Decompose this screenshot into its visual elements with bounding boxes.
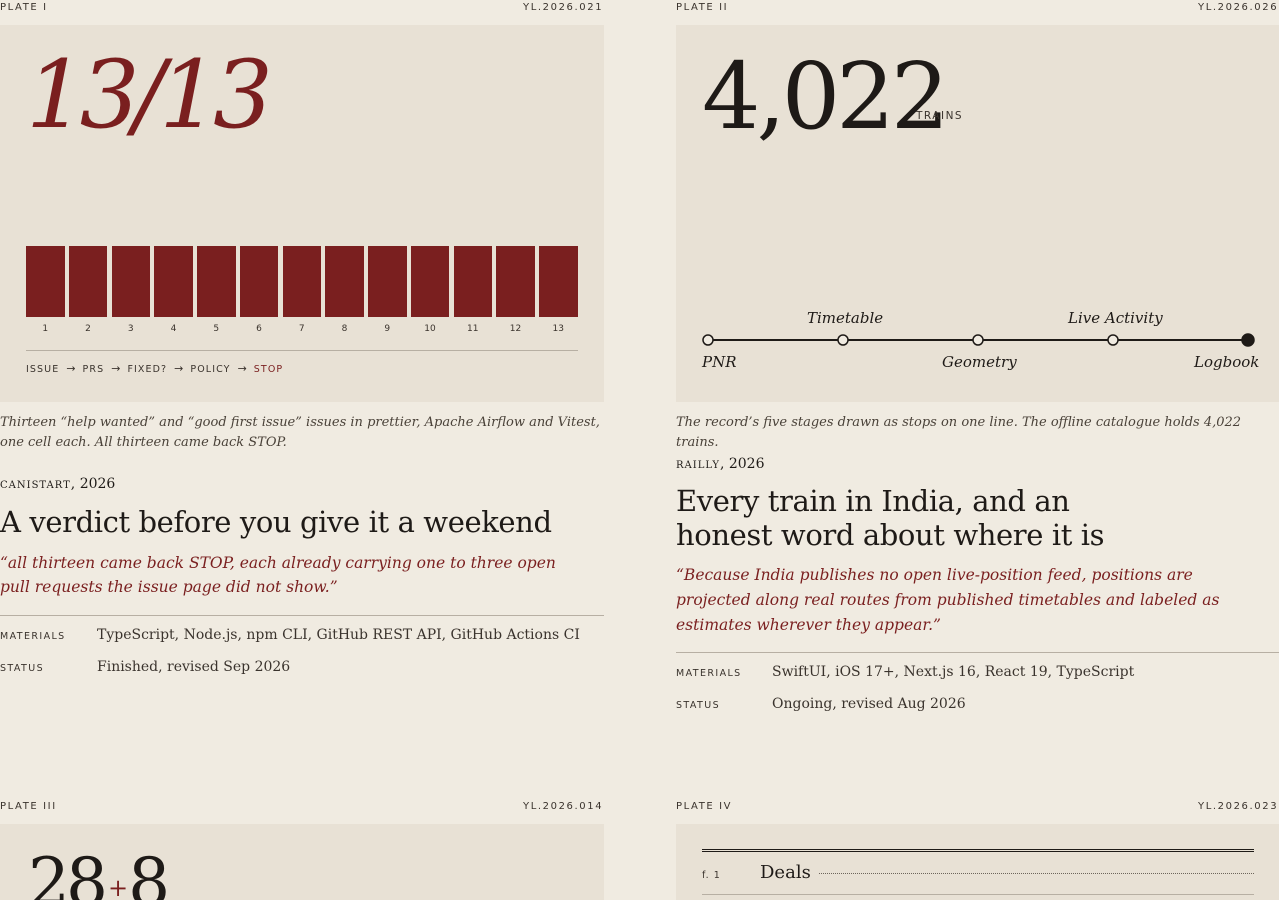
status-value: Ongoing, revised Aug 2026 [772,696,966,712]
stop-marker [702,334,714,346]
status-value: Finished, revised Sep 2026 [97,659,291,675]
issue-bar [111,246,150,317]
issue-bar-number: 2 [85,324,91,334]
issue-bar [368,246,407,317]
project-name: railly [676,456,720,472]
issue-bar-number: 9 [384,324,391,334]
arrow-icon: → [237,362,247,375]
status-key: STATUS [676,700,721,711]
stages-line [702,333,1255,347]
plate-label: PLATE IV [676,801,733,812]
issue-bar-number: 3 [127,324,134,334]
issue-bar [453,246,492,317]
flow-step-stop: STOP [253,364,284,375]
stop-label: PNR [702,353,737,371]
issue-bar-number: 11 [467,324,479,334]
stop-label: Live Activity [1068,309,1163,327]
issue-bar [325,246,364,317]
project-headline[interactable]: Every train in India, and an honest word… [676,484,1276,552]
issue-bar-number: 10 [424,324,436,334]
issue-bar-number: 7 [298,324,305,334]
stop-marker-final [1241,333,1255,347]
plate-figure-panel: 28 +8 [0,824,604,900]
issue-bar [154,246,193,317]
project-name: canistart [0,476,71,492]
divider [0,615,604,616]
materials-value: TypeScript, Node.js, npm CLI, GitHub RES… [97,627,580,643]
plate-caption: Thirteen “help wanted” and “good first i… [0,415,600,450]
figure-count: 13/13 [26,41,273,150]
folio-number: f. 1 [702,870,721,881]
pull-quote: “Because India publishes no open live-po… [676,566,1220,634]
issue-bar [239,246,279,317]
issue-bar-number: 13 [552,324,564,334]
issue-bar [496,246,535,317]
divider [702,894,1254,895]
stop-label: Geometry [942,353,1017,371]
divider [26,350,578,351]
figure-part: 28 [28,844,108,900]
plate-figure-panel: f. 1 Deals [676,824,1279,900]
issue-bar-number: 8 [341,324,348,334]
flow-step: ISSUE [26,364,60,375]
headline-line: honest word about where it is [676,518,1105,552]
stop-marker [1107,334,1119,346]
plate-label: PLATE I [0,2,48,13]
plus-icon: + [107,874,128,900]
flow-step: POLICY [190,364,231,375]
list-entry-title[interactable]: Deals [760,862,811,883]
arrow-icon: → [174,362,184,375]
flow-step: PRS [82,364,105,375]
stop-marker [837,334,849,346]
plate-code: YL.2026.021 [523,2,604,13]
issue-bar [68,246,108,317]
plate-code: YL.2026.014 [523,801,604,812]
materials-key: MATERIALS [0,631,66,642]
plate-code: YL.2026.023 [1198,801,1279,812]
figure-count: 28 +8 [28,850,170,900]
issue-bar-number: 12 [509,324,522,334]
stop-label: Logbook [1194,353,1260,371]
plate-figure-panel: 13/13 1 2 3 4 5 6 7 8 9 10 11 12 13 ISSUE → PRS → FIXED?… [0,25,604,402]
arrow-icon: → [111,362,121,375]
leader-dots [819,873,1254,874]
divider [676,652,1279,653]
issue-bar [26,246,65,317]
materials-key: MATERIALS [676,668,742,679]
plate-label: PLATE II [676,2,729,13]
project-byline: canistart, 2026 [0,476,115,492]
issue-bar-number: 5 [213,324,220,334]
figure-part: 8 [128,844,170,900]
issue-bar [282,246,321,317]
plate-caption: The record’s five stages drawn as stops … [676,415,1242,450]
issue-bar [197,246,236,317]
arrow-icon: → [66,362,76,375]
plate-figure-panel: 4,022 TRAINS PNR Geometry Logbook Timeta… [676,25,1279,402]
project-year: , 2026 [70,476,116,492]
issue-bar-number: 4 [170,324,177,334]
materials-value: SwiftUI, iOS 17+, Next.js 16, React 19, … [772,664,1135,680]
issue-bar [539,246,578,317]
project-year: , 2026 [719,456,765,472]
pipeline-flow: ISSUE → PRS → FIXED? → POLICY → STOP [26,362,283,375]
divider [702,849,1254,852]
pull-quote: “all thirteen came back STOP, each alrea… [0,554,556,596]
stop-label: Timetable [807,309,884,327]
headline-line: Every train in India, and an [676,484,1070,518]
issue-bar-number: 6 [256,324,262,334]
issue-bar [410,246,450,317]
plate-code: YL.2026.026 [1198,2,1279,13]
plate-label: PLATE III [0,801,57,812]
status-key: STATUS [0,663,45,674]
project-byline: railly, 2026 [676,456,764,472]
issue-bar-number: 1 [42,324,49,334]
stop-marker [972,334,984,346]
project-headline[interactable]: A verdict before you give it a weekend [0,505,604,539]
flow-step: FIXED? [127,364,168,375]
